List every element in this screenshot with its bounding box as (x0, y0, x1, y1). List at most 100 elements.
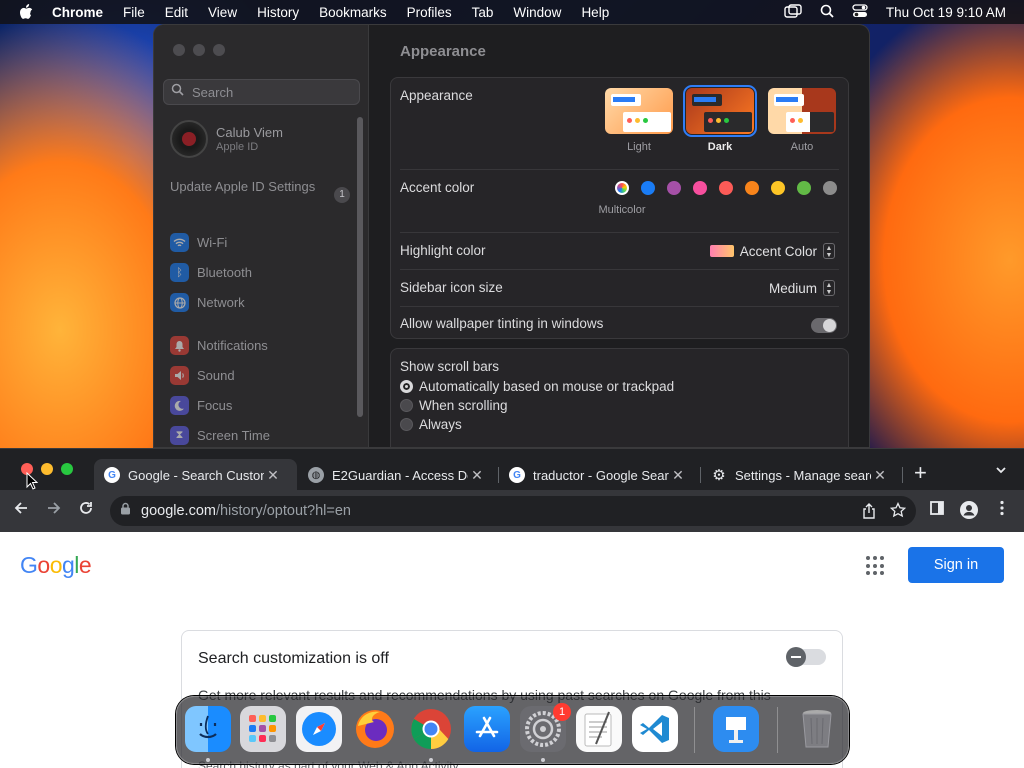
tab-google-search-customization[interactable]: G Google - Search Customization ✕ (94, 459, 297, 491)
google-apps-icon[interactable] (866, 556, 886, 576)
spotlight-search-icon[interactable] (820, 4, 834, 21)
accent-yellow-swatch[interactable] (771, 181, 785, 195)
vscode-icon[interactable] (632, 706, 678, 752)
apple-id-profile[interactable]: Calub Viem Apple ID (170, 120, 283, 158)
moon-icon (170, 396, 189, 415)
bookmark-star-icon[interactable] (889, 501, 907, 523)
sidebar-item-wifi[interactable]: Wi-Fi (170, 233, 227, 252)
wifi-icon (170, 233, 189, 252)
zoom-window-button[interactable] (213, 44, 225, 56)
scroll-bars-option-scrolling[interactable]: When scrolling (400, 398, 508, 413)
accent-color-row: Accent color Multicolor (400, 170, 839, 233)
close-tab-icon[interactable]: ✕ (468, 467, 486, 484)
sidebar-item-label: Network (197, 295, 245, 310)
bluetooth-icon: ᛒ (170, 263, 189, 282)
back-arrow-icon[interactable] (10, 500, 32, 522)
radio-label: When scrolling (419, 398, 508, 413)
tab-e2guardian[interactable]: ◍ E2Guardian - Access Denied ✕ (298, 459, 498, 491)
close-tab-icon[interactable]: ✕ (264, 467, 282, 484)
forward-arrow-icon[interactable] (43, 500, 65, 522)
menu-file[interactable]: File (123, 5, 145, 20)
reload-icon[interactable] (75, 500, 97, 522)
tab-traductor[interactable]: G traductor - Google Search ✕ (499, 459, 699, 491)
tab-strip: G Google - Search Customization ✕ ◍ E2Gu… (0, 448, 1024, 491)
highlight-color-label: Highlight color (400, 243, 486, 258)
highlight-color-popup[interactable]: Accent Color ▲ ▼ (709, 243, 835, 259)
menu-app-name[interactable]: Chrome (52, 5, 103, 20)
finder-icon[interactable] (185, 706, 231, 752)
menu-edit[interactable]: Edit (165, 5, 188, 20)
sidebar-item-focus[interactable]: Focus (170, 396, 232, 415)
profile-icon[interactable] (958, 500, 980, 522)
textedit-icon[interactable] (576, 706, 622, 752)
running-indicator (541, 758, 545, 762)
firefox-icon[interactable] (352, 706, 398, 752)
appearance-light-option[interactable] (605, 88, 673, 134)
tab-title: E2Guardian - Access Denied (332, 467, 468, 483)
lock-icon[interactable] (120, 502, 131, 520)
menu-history[interactable]: History (257, 5, 299, 20)
accent-green-swatch[interactable] (797, 181, 811, 195)
menu-bookmarks[interactable]: Bookmarks (319, 5, 387, 20)
close-window-button[interactable] (173, 44, 185, 56)
settings-search-field[interactable] (163, 79, 360, 105)
update-apple-id-item[interactable]: Update Apple ID Settings 1 (170, 179, 350, 203)
url-host: google.com (141, 503, 216, 519)
scroll-bars-option-automatic[interactable]: Automatically based on mouse or trackpad (400, 379, 674, 394)
sidebar-item-bluetooth[interactable]: ᛒ Bluetooth (170, 263, 252, 282)
more-menu-icon[interactable] (991, 500, 1013, 522)
side-panel-icon[interactable] (926, 500, 948, 522)
control-center-icon[interactable] (852, 3, 868, 21)
menu-tab[interactable]: Tab (472, 5, 494, 20)
minimize-window-button[interactable] (193, 44, 205, 56)
google-icon: G (509, 467, 525, 483)
sidebar-item-network[interactable]: Network (170, 293, 245, 312)
sidebar-item-screen-time[interactable]: ⧗ Screen Time (170, 426, 270, 445)
accent-purple-swatch[interactable] (667, 181, 681, 195)
google-logo[interactable]: Google (20, 552, 92, 579)
keynote-icon[interactable] (713, 706, 759, 752)
multicolor-label: Multicolor (598, 204, 646, 216)
tab-settings-search-engines[interactable]: ⚙ Settings - Manage search engines ✕ (701, 459, 901, 491)
app-store-icon[interactable] (464, 706, 510, 752)
accent-red-swatch[interactable] (719, 181, 733, 195)
launchpad-icon[interactable] (240, 706, 286, 752)
menu-help[interactable]: Help (581, 5, 609, 20)
search-customization-toggle[interactable] (786, 647, 826, 667)
menu-view[interactable]: View (208, 5, 237, 20)
accent-blue-swatch[interactable] (641, 181, 655, 195)
screen-mirroring-icon[interactable] (784, 3, 802, 21)
wallpaper-tinting-toggle[interactable] (811, 318, 837, 333)
safari-icon[interactable] (296, 706, 342, 752)
appearance-auto-option[interactable] (768, 88, 836, 134)
menu-profiles[interactable]: Profiles (407, 5, 452, 20)
share-icon[interactable] (862, 503, 876, 524)
menu-window[interactable]: Window (513, 5, 561, 20)
sidebar-item-sound[interactable]: Sound (170, 366, 235, 385)
sidebar-scrollbar[interactable] (357, 117, 363, 417)
sidebar-icon-size-popup[interactable]: Medium ▲ ▼ (769, 280, 835, 296)
settings-search-input[interactable] (192, 84, 352, 100)
zoom-window-button[interactable] (61, 463, 73, 475)
appearance-label: Appearance (400, 88, 473, 103)
accent-orange-swatch[interactable] (745, 181, 759, 195)
close-tab-icon[interactable]: ✕ (871, 467, 889, 484)
chrome-icon[interactable] (408, 706, 454, 752)
appearance-dark-option[interactable] (683, 85, 757, 137)
dock-separator (777, 707, 778, 753)
new-tab-icon[interactable]: + (914, 461, 927, 485)
scroll-bars-option-always[interactable]: Always (400, 417, 462, 432)
trash-icon[interactable] (794, 706, 840, 752)
accent-pink-swatch[interactable] (693, 181, 707, 195)
sign-in-button[interactable]: Sign in (908, 547, 1004, 583)
accent-multicolor-swatch[interactable] (615, 181, 629, 195)
tab-search-chevron-icon[interactable] (994, 463, 1008, 482)
apple-menu-icon[interactable] (0, 4, 52, 20)
close-tab-icon[interactable]: ✕ (669, 467, 687, 484)
accent-graphite-swatch[interactable] (823, 181, 837, 195)
appearance-card: Appearance Light Dark Auto Accent color … (390, 77, 849, 339)
menubar-clock[interactable]: Thu Oct 19 9:10 AM (886, 5, 1006, 20)
address-bar[interactable]: google.com/history/optout?hl=en (110, 496, 916, 526)
minimize-window-button[interactable] (41, 463, 53, 475)
sidebar-item-notifications[interactable]: Notifications (170, 336, 268, 355)
